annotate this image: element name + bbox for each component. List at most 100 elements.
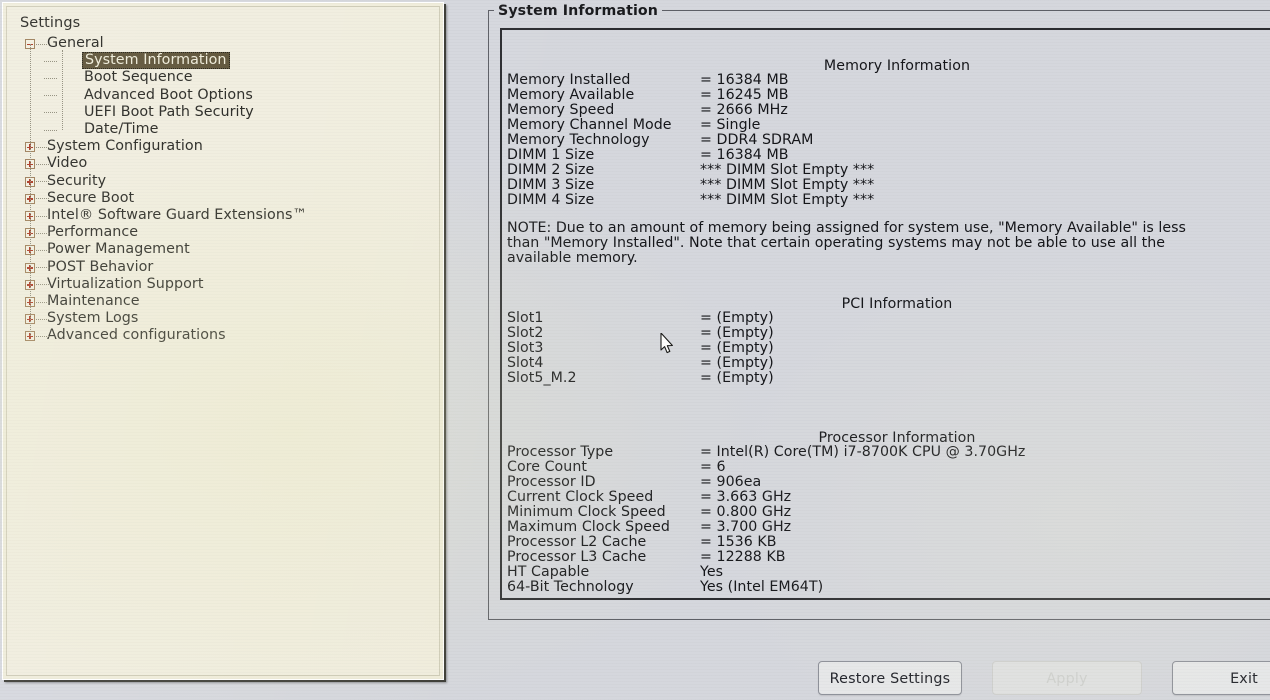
sidebar-item-label: Advanced configurations	[47, 327, 226, 344]
info-row-key: Memory Installed	[507, 72, 631, 88]
tree-connector-icon	[36, 232, 49, 235]
info-row-value: = 16384 MB	[700, 147, 789, 163]
info-row-key: Processor ID	[507, 474, 596, 490]
sidebar-item-intel-software-guard-extensions[interactable]: Intel® Software Guard Extensions™	[15, 207, 307, 224]
tree-connector-icon	[36, 198, 49, 200]
sidebar-item-virtualization-support[interactable]: Virtualization Support	[15, 276, 204, 293]
bios-setup-screen: Settings General System Information Boot S…	[0, 0, 1270, 700]
sidebar-item-boot-sequence[interactable]: Boot Sequence	[15, 69, 193, 86]
tree-connector-icon	[36, 146, 49, 149]
sidebar-item-advanced-boot-options[interactable]: Advanced Boot Options	[15, 87, 253, 104]
tree-connector-icon	[44, 112, 57, 114]
sidebar-item-video[interactable]: Video	[15, 155, 87, 172]
tree-connector-icon	[36, 284, 49, 286]
sidebar-item-uefi-boot-path-security[interactable]: UEFI Boot Path Security	[15, 104, 254, 121]
exit-button[interactable]: Exit	[1172, 661, 1270, 695]
info-row-value: = (Empty)	[700, 340, 774, 356]
info-row-key: DIMM 4 Size	[507, 192, 595, 208]
sidebar-item-general[interactable]: General	[15, 35, 104, 52]
settings-root-label: Settings	[20, 15, 81, 31]
tree-connector-icon	[44, 95, 57, 97]
info-row-value: = 6	[700, 459, 726, 475]
tree-connector-icon	[36, 301, 49, 304]
info-row-value: = 0.800 GHz	[700, 504, 792, 520]
tree-connector-icon	[36, 43, 49, 46]
settings-sidebar-panel: Settings General System Information Boot S…	[2, 2, 444, 680]
tree-connector-icon	[36, 267, 49, 269]
sidebar-item-post-behavior[interactable]: POST Behavior	[15, 259, 153, 276]
info-row-key: Slot3	[507, 340, 544, 356]
tree-connector-icon	[36, 215, 49, 218]
restore-settings-button[interactable]: Restore Settings	[818, 661, 962, 695]
info-row-value: Yes	[700, 564, 724, 580]
info-row-key: DIMM 2 Size	[507, 162, 595, 178]
sidebar-item-label: Advanced Boot Options	[84, 86, 253, 103]
sidebar-item-label: POST Behavior	[47, 258, 154, 275]
sidebar-item-advanced-configurations[interactable]: Advanced configurations	[15, 327, 226, 344]
tree-connector-icon	[44, 129, 57, 132]
info-row-value: = 16245 MB	[700, 87, 789, 103]
sidebar-item-label: Power Management	[47, 241, 190, 258]
info-row-value: = 3.663 GHz	[700, 489, 792, 505]
sidebar-item-maintenance[interactable]: Maintenance	[15, 293, 140, 310]
sidebar-item-label: System Configuration	[47, 138, 203, 155]
sidebar-item-secure-boot[interactable]: Secure Boot	[15, 190, 134, 207]
sidebar-item-performance[interactable]: Performance	[15, 224, 138, 241]
apply-button: Apply	[992, 661, 1142, 695]
sidebar-item-label: Secure Boot	[47, 189, 135, 206]
info-row-key: Processor Type	[507, 444, 614, 460]
tree-connector-icon	[36, 249, 49, 252]
sidebar-item-system-logs[interactable]: System Logs	[15, 310, 138, 327]
sidebar-item-power-management[interactable]: Power Management	[15, 241, 190, 258]
info-row-key: Processor L2 Cache	[507, 534, 647, 550]
tree-rail	[62, 50, 63, 130]
info-row-key: Slot1	[507, 310, 544, 326]
sidebar-item-system-information[interactable]: System Information	[15, 52, 230, 70]
section-title: Memory Information	[823, 58, 971, 74]
info-row-value: = (Empty)	[700, 355, 774, 371]
info-row-key: Minimum Clock Speed	[507, 504, 666, 520]
info-row-value: = (Empty)	[700, 310, 774, 326]
tree-rail	[30, 44, 31, 337]
sidebar-item-label: General	[47, 35, 104, 51]
info-row-key: 64-Bit Technology	[507, 579, 634, 595]
tree-connector-icon	[36, 181, 49, 183]
sidebar-item-label: Maintenance	[47, 293, 140, 309]
sidebar-item-label: System Logs	[47, 310, 139, 327]
info-row-value: = DDR4 SDRAM	[700, 132, 814, 148]
sidebar-item-label: Date/Time	[84, 121, 159, 137]
tree-connector-icon	[36, 163, 49, 166]
info-row-value: Yes (Intel EM64T)	[700, 579, 824, 595]
sidebar-item-label: System Information	[82, 52, 230, 70]
info-row-key: Current Clock Speed	[507, 489, 654, 505]
info-row-value: = Single	[700, 117, 761, 133]
info-row-value: = 1536 KB	[700, 534, 777, 550]
sidebar-item-date-time[interactable]: Date/Time	[15, 121, 158, 138]
info-row-value: = (Empty)	[700, 325, 774, 341]
section-title: PCI Information	[841, 296, 953, 312]
info-row-value: = 16384 MB	[700, 72, 789, 88]
info-row-key: DIMM 3 Size	[507, 177, 595, 193]
info-row-value: *** DIMM Slot Empty ***	[700, 192, 875, 208]
content-group-title: System Information	[494, 4, 662, 19]
info-row-key: Maximum Clock Speed	[507, 519, 670, 535]
sidebar-item-label: Video	[47, 155, 88, 172]
tree-connector-icon	[36, 335, 49, 338]
info-row-key: Slot2	[507, 325, 544, 341]
info-row-key: Memory Technology	[507, 132, 650, 148]
tree-connector-icon	[44, 60, 57, 63]
info-row-key: Memory Available	[507, 87, 635, 103]
sidebar-item-system-configuration[interactable]: System Configuration	[15, 138, 203, 155]
info-row-key: Memory Speed	[507, 102, 615, 118]
section-note: NOTE: Due to an amount of memory being a…	[507, 220, 1186, 267]
info-row-value: = Intel(R) Core(TM) i7-8700K CPU @ 3.70G…	[700, 444, 1026, 460]
info-row-key: Slot4	[507, 355, 544, 371]
info-row-key: HT Capable	[507, 564, 590, 580]
info-row-value: = 12288 KB	[700, 549, 786, 565]
info-row-value: *** DIMM Slot Empty ***	[700, 177, 875, 193]
info-row-value: = 906ea	[700, 474, 762, 490]
info-row-key: Core Count	[507, 459, 587, 475]
sidebar-item-label: UEFI Boot Path Security	[84, 103, 254, 120]
sidebar-item-security[interactable]: Security	[15, 173, 106, 190]
tree-connector-icon	[44, 77, 57, 80]
